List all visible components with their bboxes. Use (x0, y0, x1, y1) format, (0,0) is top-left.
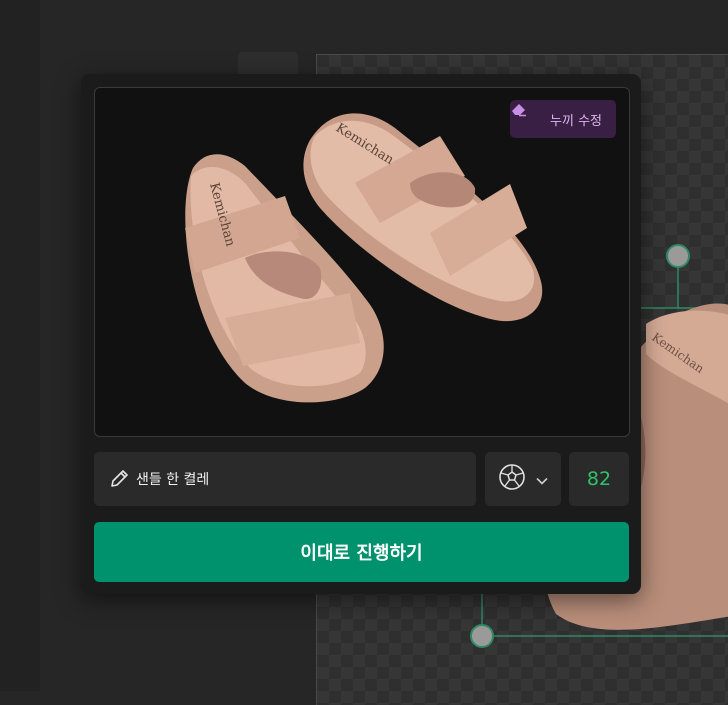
sandals-image: Kemichan Kemichan (185, 113, 543, 403)
background-tab (238, 52, 298, 76)
category-dropdown[interactable] (485, 452, 561, 506)
prompt-value: 샌들 한 켤레 (136, 472, 210, 488)
preview-image-frame: Kemichan Kemichan 누끼 수정 (94, 87, 630, 437)
score-value: 82 (569, 452, 629, 506)
chevron-down-icon (536, 470, 548, 489)
background-sidebar (0, 0, 40, 691)
eraser-icon (512, 104, 544, 128)
edit-mask-label: 누끼 수정 (550, 113, 602, 129)
proceed-button[interactable]: 이대로 진행하기 (94, 522, 629, 582)
prompt-input[interactable]: 샌들 한 켤레 (94, 452, 476, 506)
handle-bottom[interactable] (470, 624, 494, 648)
edit-mask-button[interactable]: 누끼 수정 (510, 100, 616, 138)
image-editor-panel: Kemichan Kemichan 누끼 수정 샌들 한 켤레 82 이대로 진… (81, 74, 641, 594)
soccer-ball-icon (498, 463, 526, 495)
pencil-icon (108, 468, 130, 490)
handle-top[interactable] (666, 244, 690, 268)
